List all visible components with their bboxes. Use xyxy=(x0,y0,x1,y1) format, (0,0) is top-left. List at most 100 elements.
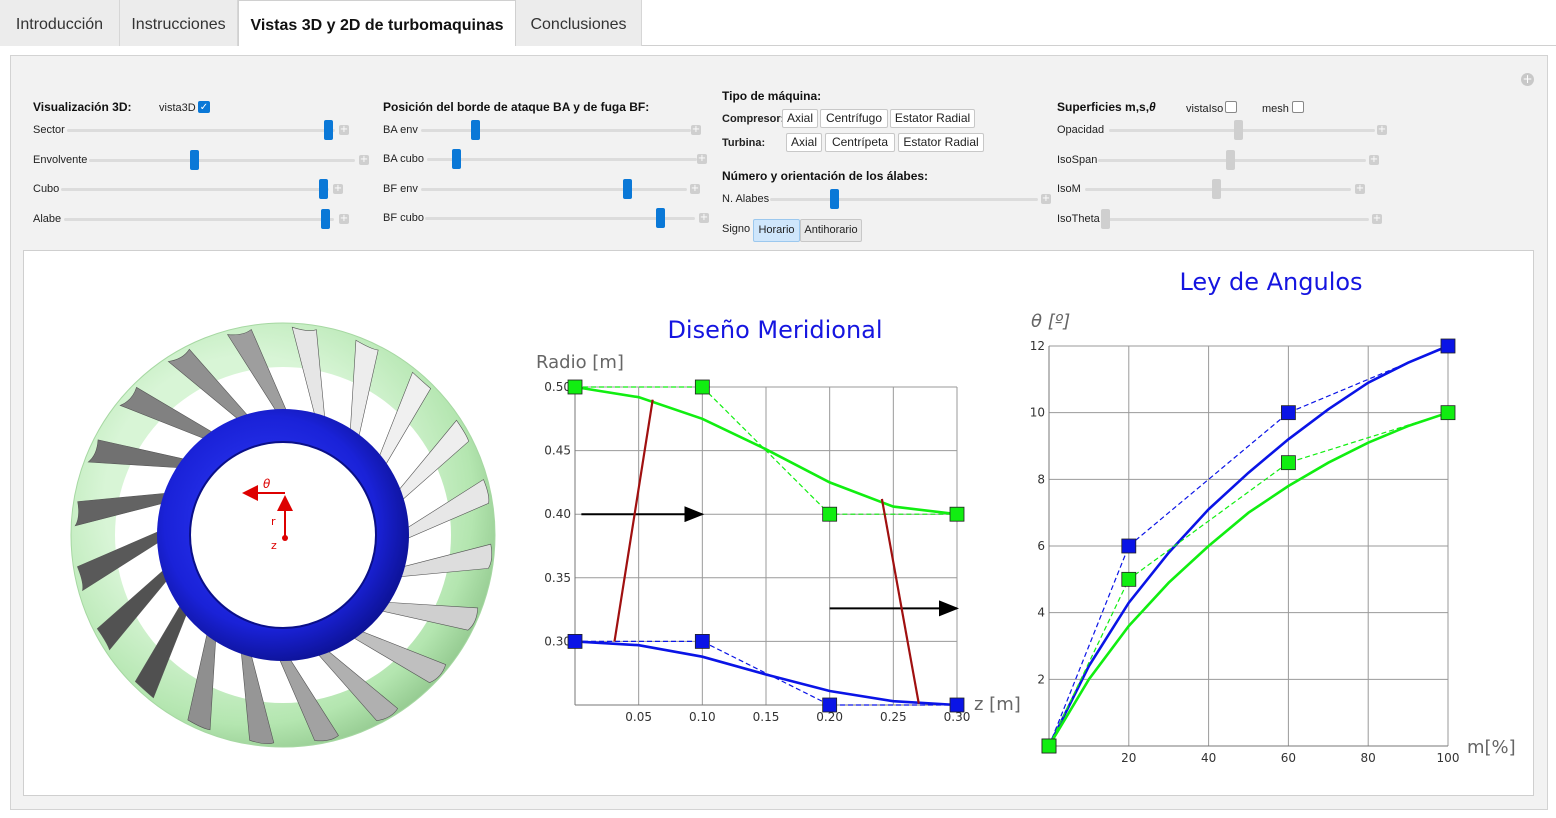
compresor-axial-button[interactable]: Axial xyxy=(782,109,818,128)
envolvente-slider-track[interactable] xyxy=(89,159,355,162)
compresor-centrifugo-button[interactable]: Centrífugo xyxy=(820,109,888,128)
cubo-plus-icon[interactable]: + xyxy=(333,184,343,194)
isotheta-plus-icon[interactable]: + xyxy=(1372,214,1382,224)
turbina-label: Turbina: xyxy=(722,137,766,149)
x-tick-label: 60 xyxy=(1281,751,1296,765)
alabe-slider-track[interactable] xyxy=(64,218,334,221)
bf-env-slider-track[interactable] xyxy=(421,188,687,191)
green-control-point xyxy=(822,506,838,522)
alabe-slider-thumb[interactable] xyxy=(321,209,330,229)
theta-axis-label: θ xyxy=(263,477,271,491)
vistaiso-label: vistaIso xyxy=(1186,103,1224,115)
opacidad-slider-thumb[interactable] xyxy=(1234,120,1243,140)
surfaces-title: Superficies m,s,θ xyxy=(1057,100,1156,114)
ba-env-slider-thumb[interactable] xyxy=(471,120,480,140)
isotheta-slider-track[interactable] xyxy=(1103,218,1369,221)
y-tick-label: 0.40 xyxy=(544,507,571,521)
meridional-ylabel: Radio [m] xyxy=(536,352,624,373)
sector-slider-track[interactable] xyxy=(67,129,335,132)
bf-cubo-plus-icon[interactable]: + xyxy=(699,213,709,223)
x-tick-label: 0.05 xyxy=(625,710,652,724)
ba-env-slider-track[interactable] xyxy=(421,129,691,132)
y-tick-label: 10 xyxy=(1030,406,1045,420)
slider-label-ba-cubo: BA cubo xyxy=(383,153,424,165)
green-control-point xyxy=(1041,738,1057,754)
graphics-output: θ r z Diseño Meridional Radio [m] z [m] … xyxy=(70,268,1516,765)
isom-slider-thumb[interactable] xyxy=(1212,179,1221,199)
n-alabes-slider-thumb[interactable] xyxy=(830,189,839,209)
slider-label-bf-env: BF env xyxy=(383,183,418,195)
slider-label-isospan: IsoSpan xyxy=(1057,154,1098,166)
slider-label-sector: Sector xyxy=(33,124,65,136)
vista3d-checkbox[interactable]: ✓ xyxy=(198,101,210,113)
x-tick-label: 100 xyxy=(1437,751,1460,765)
ba-cubo-plus-icon[interactable]: + xyxy=(697,154,707,164)
y-tick-label: 0.30 xyxy=(544,634,571,648)
r-axis-label: r xyxy=(271,515,276,528)
red-curve xyxy=(880,498,920,704)
envolvente-slider-thumb[interactable] xyxy=(190,150,199,170)
turbina-axial-button[interactable]: Axial xyxy=(786,133,822,152)
tab-introduccion[interactable]: Introducción xyxy=(0,0,120,46)
tab-conclusiones[interactable]: Conclusiones xyxy=(516,0,642,46)
turbina-estator-radial-button[interactable]: Estator Radial xyxy=(898,133,984,152)
y-tick-label: 6 xyxy=(1037,539,1045,553)
n-alabes-plus-icon[interactable]: + xyxy=(1041,194,1051,204)
angle-law-xlabel: m[%] xyxy=(1467,737,1516,758)
red-curve xyxy=(613,399,654,642)
x-tick-label: 20 xyxy=(1121,751,1136,765)
y-tick-label: 0.45 xyxy=(544,444,571,458)
y-tick-label: 12 xyxy=(1030,339,1045,353)
x-tick-label: 0.25 xyxy=(880,710,907,724)
plus-circle-icon[interactable]: + xyxy=(1521,73,1534,86)
tab-instrucciones[interactable]: Instrucciones xyxy=(120,0,238,46)
cubo-slider-track[interactable] xyxy=(61,188,329,191)
bf-env-plus-icon[interactable]: + xyxy=(690,184,700,194)
sector-plus-icon[interactable]: + xyxy=(339,125,349,135)
turbina-centripeta-button[interactable]: Centrípeta xyxy=(825,133,895,152)
green-control-point xyxy=(949,506,965,522)
slider-label-alabe: Alabe xyxy=(33,213,62,225)
y-tick-label: 0.35 xyxy=(544,571,571,585)
turbomachine-3d-view[interactable]: θ r z xyxy=(70,322,496,748)
tab-vistas-3d-2d[interactable]: Vistas 3D y 2D de turbomaquinas xyxy=(238,0,516,46)
alabe-plus-icon[interactable]: + xyxy=(339,214,349,224)
angle-law-title: Ley de Angulos xyxy=(1179,268,1362,296)
slider-label-isotheta: IsoTheta xyxy=(1057,213,1100,225)
compresor-label: Compresor: xyxy=(722,113,785,125)
bf-cubo-slider-thumb[interactable] xyxy=(656,208,665,228)
x-tick-label: 80 xyxy=(1361,751,1376,765)
mesh-checkbox[interactable] xyxy=(1292,101,1304,113)
green-control-point xyxy=(694,379,710,395)
meridional-xlabel: z [m] xyxy=(974,694,1021,715)
sector-slider-thumb[interactable] xyxy=(324,120,333,140)
green-control-point xyxy=(1281,455,1296,471)
bf-cubo-slider-track[interactable] xyxy=(425,217,695,220)
n-alabes-slider-track[interactable] xyxy=(770,198,1038,201)
tab-bar: Introducción Instrucciones Vistas 3D y 2… xyxy=(0,0,1556,46)
x-tick-label: 40 xyxy=(1201,751,1216,765)
z-axis-dot xyxy=(282,535,288,541)
compresor-estator-radial-button[interactable]: Estator Radial xyxy=(890,109,975,128)
signo-horario-button[interactable]: Horario xyxy=(753,219,800,242)
ba-cubo-slider-track[interactable] xyxy=(427,158,697,161)
envolvente-plus-icon[interactable]: + xyxy=(359,155,369,165)
green-control-point xyxy=(567,379,583,395)
isospan-plus-icon[interactable]: + xyxy=(1369,155,1379,165)
ba-cubo-slider-thumb[interactable] xyxy=(452,149,461,169)
blue-control-point xyxy=(567,634,583,649)
y-tick-label: 0.50 xyxy=(544,380,571,394)
signo-antihorario-button[interactable]: Antihorario xyxy=(800,219,862,242)
blue-control-point xyxy=(949,697,965,713)
meridional-chart: Diseño Meridional Radio [m] z [m] 0.05 0.… xyxy=(536,316,1021,724)
vistaiso-checkbox[interactable] xyxy=(1225,101,1237,113)
isotheta-slider-thumb[interactable] xyxy=(1101,209,1110,229)
edges-title: Posición del borde de ataque BA y de fug… xyxy=(383,100,650,114)
cubo-slider-thumb[interactable] xyxy=(319,179,328,199)
isom-plus-icon[interactable]: + xyxy=(1355,184,1365,194)
opacidad-plus-icon[interactable]: + xyxy=(1377,125,1387,135)
blades-title: Número y orientación de los álabes: xyxy=(722,169,929,183)
isospan-slider-thumb[interactable] xyxy=(1226,150,1235,170)
ba-env-plus-icon[interactable]: + xyxy=(691,125,701,135)
bf-env-slider-thumb[interactable] xyxy=(623,179,632,199)
